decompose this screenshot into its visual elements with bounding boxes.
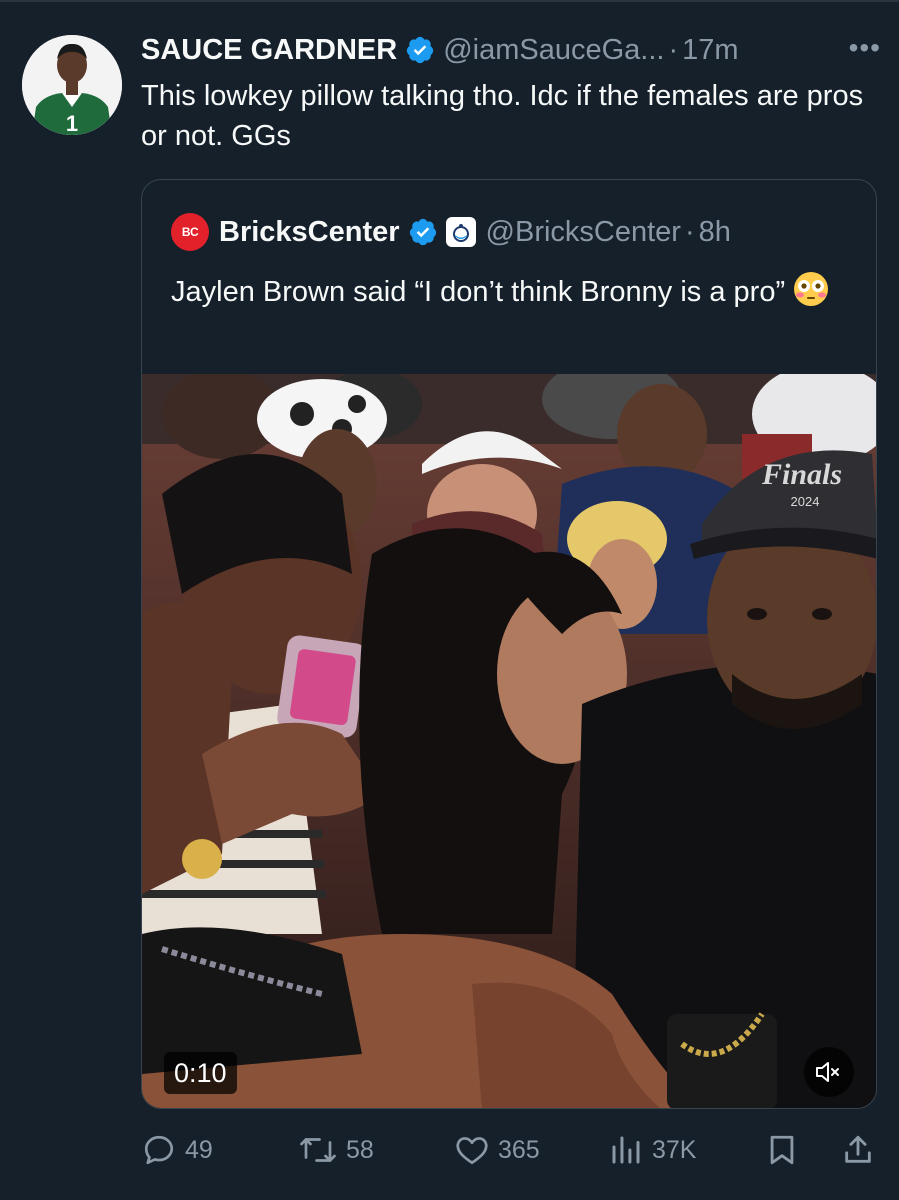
repost-button[interactable]: 58 [298,1125,374,1175]
quoted-tweet-text: Jaylen Brown said “I don’t think Bronny … [171,270,861,314]
affiliate-badge-icon[interactable] [445,217,476,247]
reply-count: 49 [185,1135,213,1164]
like-count: 365 [498,1135,540,1164]
view-count: 37K [652,1135,697,1164]
views-button[interactable]: 37K [608,1125,696,1175]
tweet-actions: 49 58 365 37K [141,1125,877,1175]
quoted-author-handle[interactable]: @BricksCenter [486,216,681,249]
repost-icon [300,1138,336,1162]
quoted-tweet[interactable]: BC BricksCenter @BricksCenter · 8h Jayle… [141,179,877,1109]
bricks-center-logo[interactable]: BC [171,213,209,251]
like-button[interactable]: 365 [454,1125,540,1175]
quoted-tweet-header: BC BricksCenter @BricksCenter · 8h [171,210,871,254]
svg-text:1: 1 [66,111,78,135]
author-handle[interactable]: @iamSauceGa... [443,34,664,67]
separator-dot: · [668,33,679,66]
share-button[interactable] [841,1125,883,1175]
avatar[interactable]: 1 [22,35,122,135]
more-options-icon[interactable]: ••• [849,32,881,64]
tweet-header: SAUCE GARDNER @iamSauceGa... · 17m ••• [141,30,881,70]
reply-icon [144,1135,174,1165]
video-player[interactable]: Finals 2024 0:10 [142,374,876,1108]
bookmark-button[interactable] [765,1125,807,1175]
views-chart-icon [612,1136,640,1164]
verified-badge-icon [409,218,436,246]
top-divider [0,0,899,2]
mute-button[interactable] [804,1047,854,1097]
author-name[interactable]: SAUCE GARDNER [141,34,397,67]
verified-badge-icon [407,36,434,64]
bookmark-icon [770,1135,794,1165]
video-duration: 0:10 [164,1052,237,1094]
cap-logo-text: Finals [761,458,842,491]
quoted-author-name[interactable]: BricksCenter [219,216,400,249]
reply-button[interactable]: 49 [141,1125,213,1175]
quoted-text-content: Jaylen Brown said “I don’t think Bronny … [171,276,786,308]
quoted-timestamp[interactable]: 8h [699,216,731,249]
separator-dot: · [684,215,695,248]
speaker-muted-icon [816,1062,839,1082]
tweet-timestamp[interactable]: 17m [682,34,738,67]
cap-year-text: 2024 [791,494,820,509]
heart-icon [456,1137,488,1165]
repost-count: 58 [346,1135,374,1164]
video-frame: Finals 2024 [142,374,876,1108]
share-icon [845,1135,871,1163]
tweet-text: This lowkey pillow talking tho. Idc if t… [141,80,864,152]
flushed-face-icon [794,272,829,306]
